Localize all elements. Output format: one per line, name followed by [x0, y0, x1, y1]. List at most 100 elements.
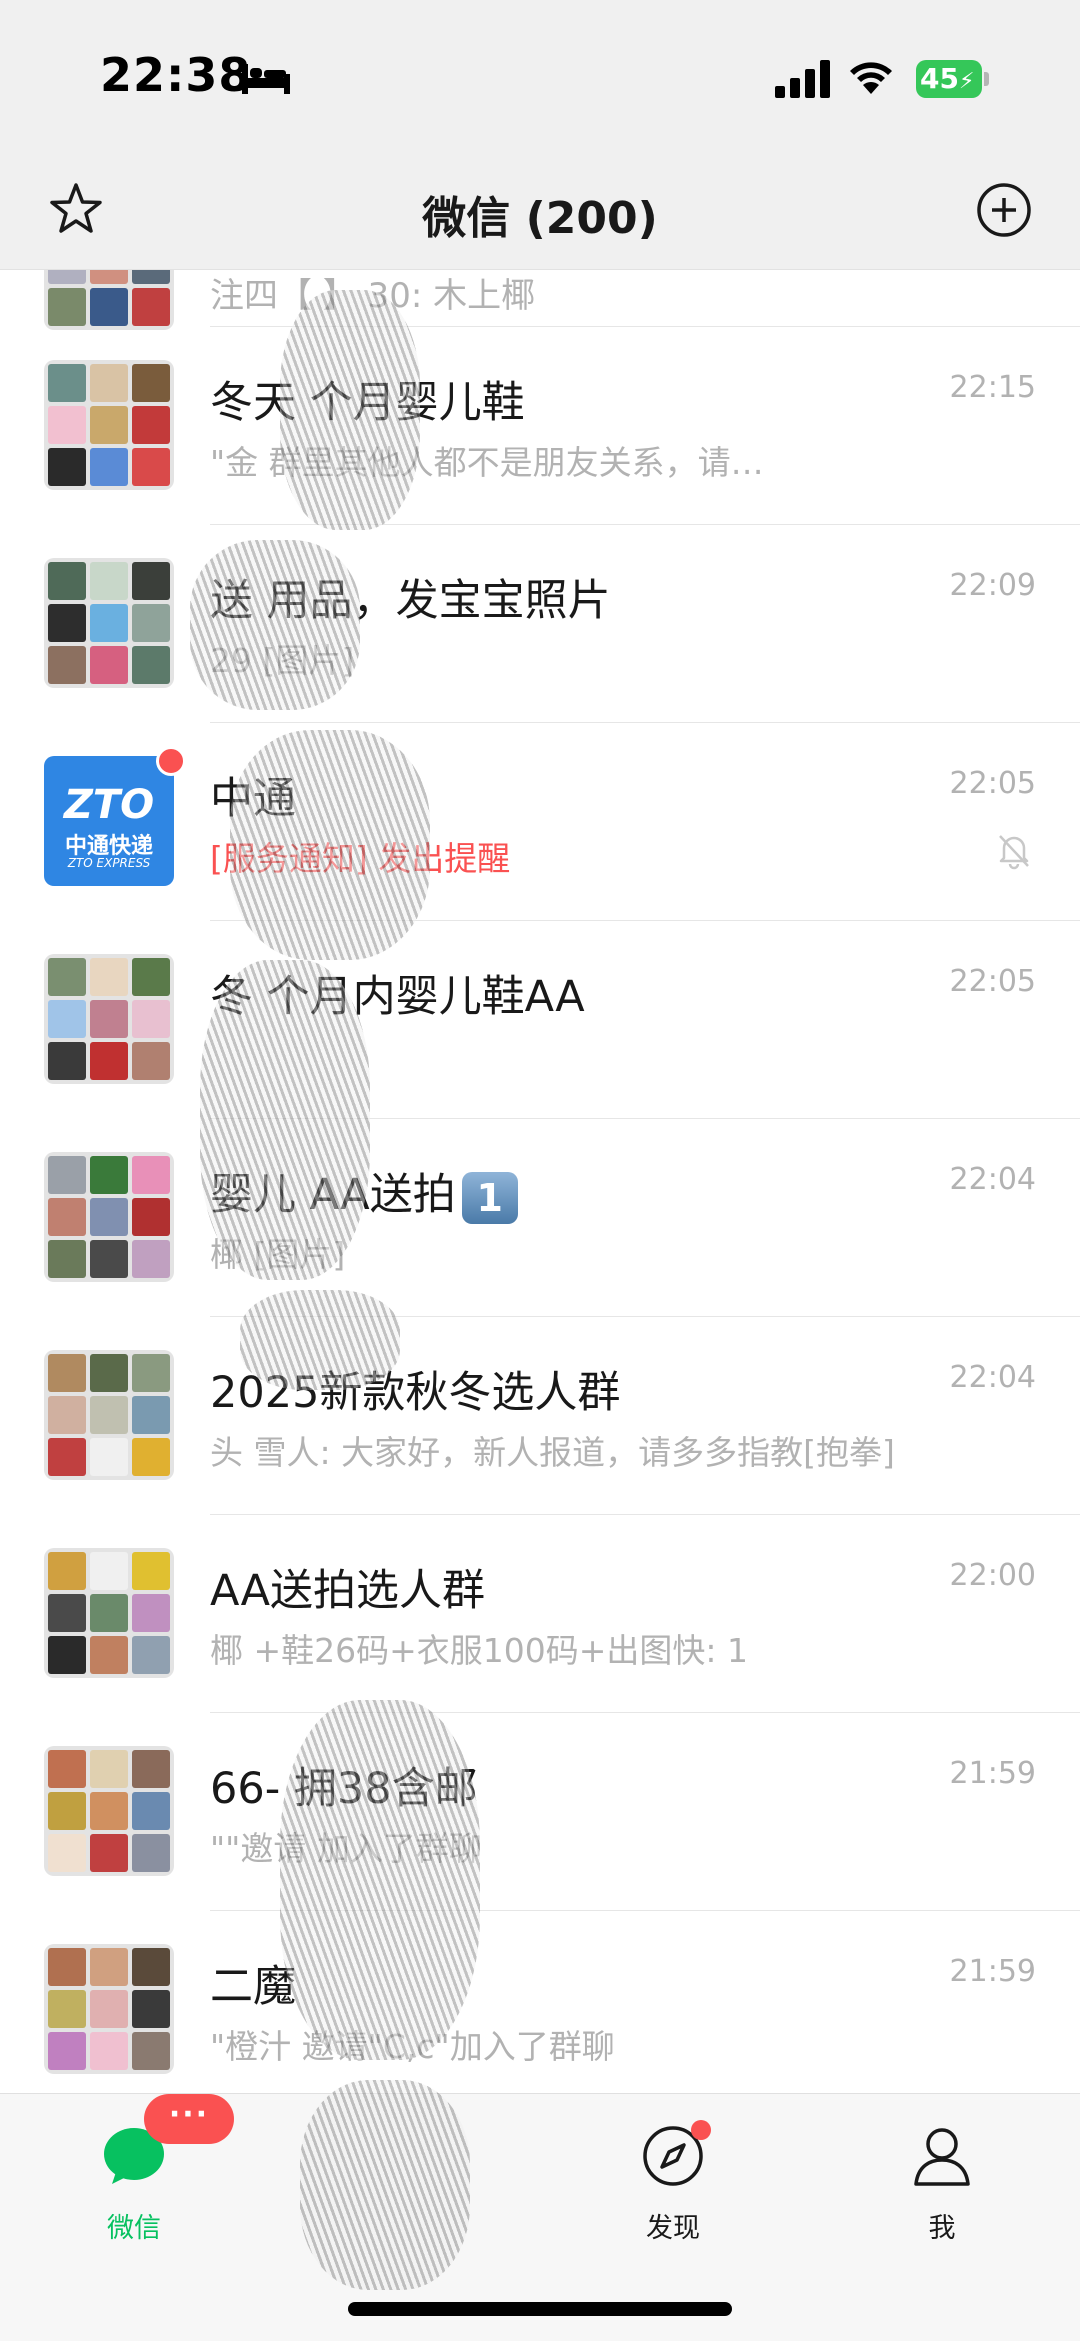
member-avatar: [48, 1948, 86, 1986]
chat-row[interactable]: 冬天 个月婴儿鞋 22:15 "金 群里其他人都不是朋友关系，请…: [0, 326, 1080, 524]
chat-time: 22:04: [949, 1162, 1036, 1197]
unread-dot: [156, 746, 186, 776]
chat-row[interactable]: 66- 拥38含邮 21:59 ""邀请 加入了群聊: [0, 1712, 1080, 1910]
group-avatar: [44, 270, 174, 330]
tab-me[interactable]: 我: [862, 2124, 1022, 2254]
member-avatar: [48, 1750, 86, 1788]
member-avatar: [90, 1000, 128, 1038]
chat-time: 22:04: [949, 1360, 1036, 1395]
chat-time: 22:05: [949, 964, 1036, 999]
member-avatar: [132, 1792, 170, 1830]
tab-weixin[interactable]: ··· 微信: [54, 2094, 234, 2254]
member-avatar: [90, 364, 128, 402]
chat-row[interactable]: 婴儿 AA送拍 1 22:04 椰 [图片]: [0, 1118, 1080, 1316]
member-avatar: [90, 2032, 128, 2070]
status-bar: 22:38 45⚡: [0, 0, 1080, 160]
member-avatar: [132, 1438, 170, 1476]
member-avatar: [90, 448, 128, 486]
chat-row[interactable]: AA送拍选人群 22:00 椰 +鞋26码+衣服100码+出图快: 1: [0, 1514, 1080, 1712]
member-avatar: [132, 1594, 170, 1632]
unread-badge: ···: [144, 2094, 234, 2144]
member-avatar: [132, 1834, 170, 1872]
charging-bolt-icon: ⚡: [958, 69, 975, 94]
group-avatar: [44, 954, 174, 1084]
chat-row[interactable]: 送 用品，发宝宝照片 22:09 29 [图片]: [0, 524, 1080, 722]
group-avatar: [44, 360, 174, 490]
chat-row[interactable]: 冬 个月内婴儿鞋AA 22:05: [0, 920, 1080, 1118]
chat-row[interactable]: 2025新款秋冬选人群 22:04 头 雪人: 大家好，新人报道，请多多指教[抱拳]: [0, 1316, 1080, 1514]
member-avatar: [90, 1354, 128, 1392]
group-avatar: [44, 1152, 174, 1282]
member-avatar: [132, 562, 170, 600]
privacy-scribble: [300, 2080, 470, 2290]
chat-row[interactable]: ZTO 中通快递 ZTO EXPRESS 中通 22:05 [服务通知] 发出提醒: [0, 722, 1080, 920]
chat-title-text: AA送拍选人群: [210, 1566, 486, 1616]
member-avatar: [90, 562, 128, 600]
member-avatar: [48, 1354, 86, 1392]
member-avatar: [90, 958, 128, 996]
home-indicator[interactable]: [348, 2302, 732, 2316]
chat-title-text: 二魔: [210, 1962, 296, 2012]
cellular-signal-icon: [775, 60, 830, 98]
tab-discover[interactable]: 发现: [593, 2120, 753, 2254]
battery-level: 45⚡: [916, 60, 982, 98]
member-avatar: [48, 604, 86, 642]
member-avatar: [48, 1438, 86, 1476]
chat-message: 头 雪人: 大家好，新人报道，请多多指教[抱拳]: [210, 1433, 895, 1472]
chat-time: 22:15: [949, 370, 1036, 405]
member-avatar: [48, 1042, 86, 1080]
member-avatar: [132, 1552, 170, 1590]
group-avatar: [44, 1746, 174, 1876]
tab-label: 发现: [646, 2213, 700, 2244]
sleep-focus-icon: [242, 64, 290, 94]
group-avatar: [44, 1944, 174, 2074]
member-avatar: [48, 958, 86, 996]
member-avatar: [48, 1000, 86, 1038]
member-avatar: [132, 1198, 170, 1236]
keycap-one-emoji: 1: [461, 1171, 518, 1224]
member-avatar: [90, 406, 128, 444]
privacy-scribble: [280, 290, 420, 530]
zto-logo-mark: ZTO: [63, 782, 155, 828]
tab-label: 微信: [107, 2213, 161, 2244]
member-avatar: [132, 448, 170, 486]
member-avatar: [48, 2032, 86, 2070]
notification-dot: [691, 2120, 711, 2140]
member-avatar: [48, 1834, 86, 1872]
member-avatar: [132, 406, 170, 444]
chat-message: 椰 +鞋26码+衣服100码+出图快: 1: [210, 1631, 749, 1670]
person-icon: [914, 2128, 970, 2186]
chat-time: 22:09: [949, 568, 1036, 603]
member-avatar: [132, 1240, 170, 1278]
privacy-scribble: [190, 540, 360, 710]
member-avatar: [90, 1198, 128, 1236]
add-circle-icon[interactable]: [974, 180, 1034, 240]
group-avatar: [44, 558, 174, 688]
member-avatar: [132, 646, 170, 684]
privacy-scribble: [200, 960, 370, 1280]
group-avatar: [44, 1548, 174, 1678]
chat-row[interactable]: 二魔 21:59 "橙汁 邀请"C,c"加入了群聊: [0, 1910, 1080, 2093]
member-avatar: [132, 1354, 170, 1392]
member-avatar: [48, 1198, 86, 1236]
member-avatar: [48, 1990, 86, 2028]
group-avatar: [44, 1350, 174, 1480]
status-time: 22:38: [100, 48, 252, 102]
member-avatar: [90, 1750, 128, 1788]
member-avatar: [48, 1636, 86, 1674]
member-avatar: [132, 1156, 170, 1194]
member-avatar: [90, 1636, 128, 1674]
member-avatar: [90, 1240, 128, 1278]
member-avatar: [90, 1834, 128, 1872]
member-avatar: [132, 1990, 170, 2028]
chat-title: AA送拍选人群: [210, 1556, 485, 1618]
member-avatar: [132, 1636, 170, 1674]
chat-time: 22:00: [949, 1558, 1036, 1593]
member-avatar: [132, 1750, 170, 1788]
member-avatar: [90, 604, 128, 642]
member-avatar: [90, 646, 128, 684]
privacy-scribble: [230, 730, 430, 960]
member-avatar: [132, 958, 170, 996]
chat-row-partial[interactable]: 注四【 】 30: 木上椰: [0, 270, 1080, 330]
member-avatar: [90, 1438, 128, 1476]
